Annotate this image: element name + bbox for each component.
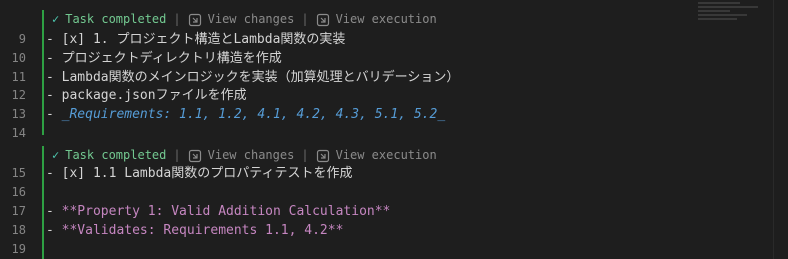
list-dash: - xyxy=(46,204,54,219)
diff-icon xyxy=(188,149,201,162)
list-item-text: package.jsonファイルを作成 xyxy=(61,88,247,103)
execution-icon xyxy=(316,13,329,26)
task-status: Task completed xyxy=(65,12,167,26)
line-number: 15 xyxy=(11,166,26,180)
separator: | xyxy=(173,148,181,162)
code-line-11[interactable]: - Lambda関数のメインロジックを実装（加算処理とバリデーション） xyxy=(46,68,459,87)
view-execution-link[interactable]: View execution xyxy=(316,146,437,165)
line-number: 18 xyxy=(11,223,26,237)
line-number: 13 xyxy=(11,107,26,121)
list-dash: - xyxy=(46,51,54,66)
view-execution-label: View execution xyxy=(335,12,437,26)
list-dash: - xyxy=(46,70,54,85)
task-status: Task completed xyxy=(65,148,167,162)
task-heading: [x] 1.1 Lambda関数のプロパティテストを作成 xyxy=(61,166,353,181)
vertical-scrollbar[interactable] xyxy=(773,0,788,259)
requirements-text: _Requirements: 1.1, 1.2, 4.1, 4.2, 4.3, … xyxy=(61,107,446,122)
view-changes-link[interactable]: View changes xyxy=(188,10,295,29)
list-dash: - xyxy=(46,32,54,47)
line-number: 10 xyxy=(11,51,26,65)
list-dash: - xyxy=(46,107,54,122)
line-number: 17 xyxy=(11,204,26,218)
list-item-text: プロジェクトディレクトリ構造を作成 xyxy=(61,51,282,66)
view-changes-label: View changes xyxy=(207,12,295,26)
code-line-13[interactable]: - _Requirements: 1.1, 1.2, 4.1, 4.2, 4.3… xyxy=(46,105,445,124)
separator: | xyxy=(173,12,181,26)
git-added-marker xyxy=(42,146,44,259)
check-icon: ✓ xyxy=(52,148,60,162)
code-line-10[interactable]: - プロジェクトディレクトリ構造を作成 xyxy=(46,49,282,68)
line-number: 11 xyxy=(11,70,26,84)
line-number: 9 xyxy=(18,32,26,46)
line-number: 14 xyxy=(11,126,26,140)
line-number: 12 xyxy=(11,88,26,102)
execution-icon xyxy=(316,149,329,162)
git-added-marker xyxy=(42,10,44,135)
diff-icon xyxy=(188,13,201,26)
task-heading: [x] 1. プロジェクト構造とLambda関数の実装 xyxy=(61,32,346,47)
list-item-text: Lambda関数のメインロジックを実装（加算処理とバリデーション） xyxy=(61,70,460,85)
line-number-gutter: 9 10 11 12 13 14 15 16 17 18 19 xyxy=(0,0,40,259)
check-icon: ✓ xyxy=(52,12,60,26)
list-dash: - xyxy=(46,223,54,238)
code-line-18[interactable]: - **Validates: Requirements 1.1, 4.2** xyxy=(46,221,343,240)
line-number: 16 xyxy=(11,185,26,199)
minimap[interactable] xyxy=(698,0,768,40)
list-dash: - xyxy=(46,166,54,181)
code-line-9[interactable]: - [x] 1. プロジェクト構造とLambda関数の実装 xyxy=(46,30,345,49)
separator: | xyxy=(301,12,309,26)
validates-text: **Validates: Requirements 1.1, 4.2** xyxy=(61,223,344,238)
line-number: 19 xyxy=(11,242,26,256)
property-text: **Property 1: Valid Addition Calculation… xyxy=(61,204,391,219)
list-dash: - xyxy=(46,88,54,103)
separator: | xyxy=(301,148,309,162)
code-line-17[interactable]: - **Property 1: Valid Addition Calculati… xyxy=(46,202,390,221)
code-line-12[interactable]: - package.jsonファイルを作成 xyxy=(46,86,247,105)
code-line-15[interactable]: - [x] 1.1 Lambda関数のプロパティテストを作成 xyxy=(46,164,352,183)
codelens-task-1: ✓ Task completed | View changes | View e… xyxy=(52,10,437,29)
view-changes-label: View changes xyxy=(207,148,295,162)
view-changes-link[interactable]: View changes xyxy=(188,146,295,165)
view-execution-label: View execution xyxy=(335,148,437,162)
view-execution-link[interactable]: View execution xyxy=(316,10,437,29)
codelens-task-1-1: ✓ Task completed | View changes | View e… xyxy=(52,146,437,165)
